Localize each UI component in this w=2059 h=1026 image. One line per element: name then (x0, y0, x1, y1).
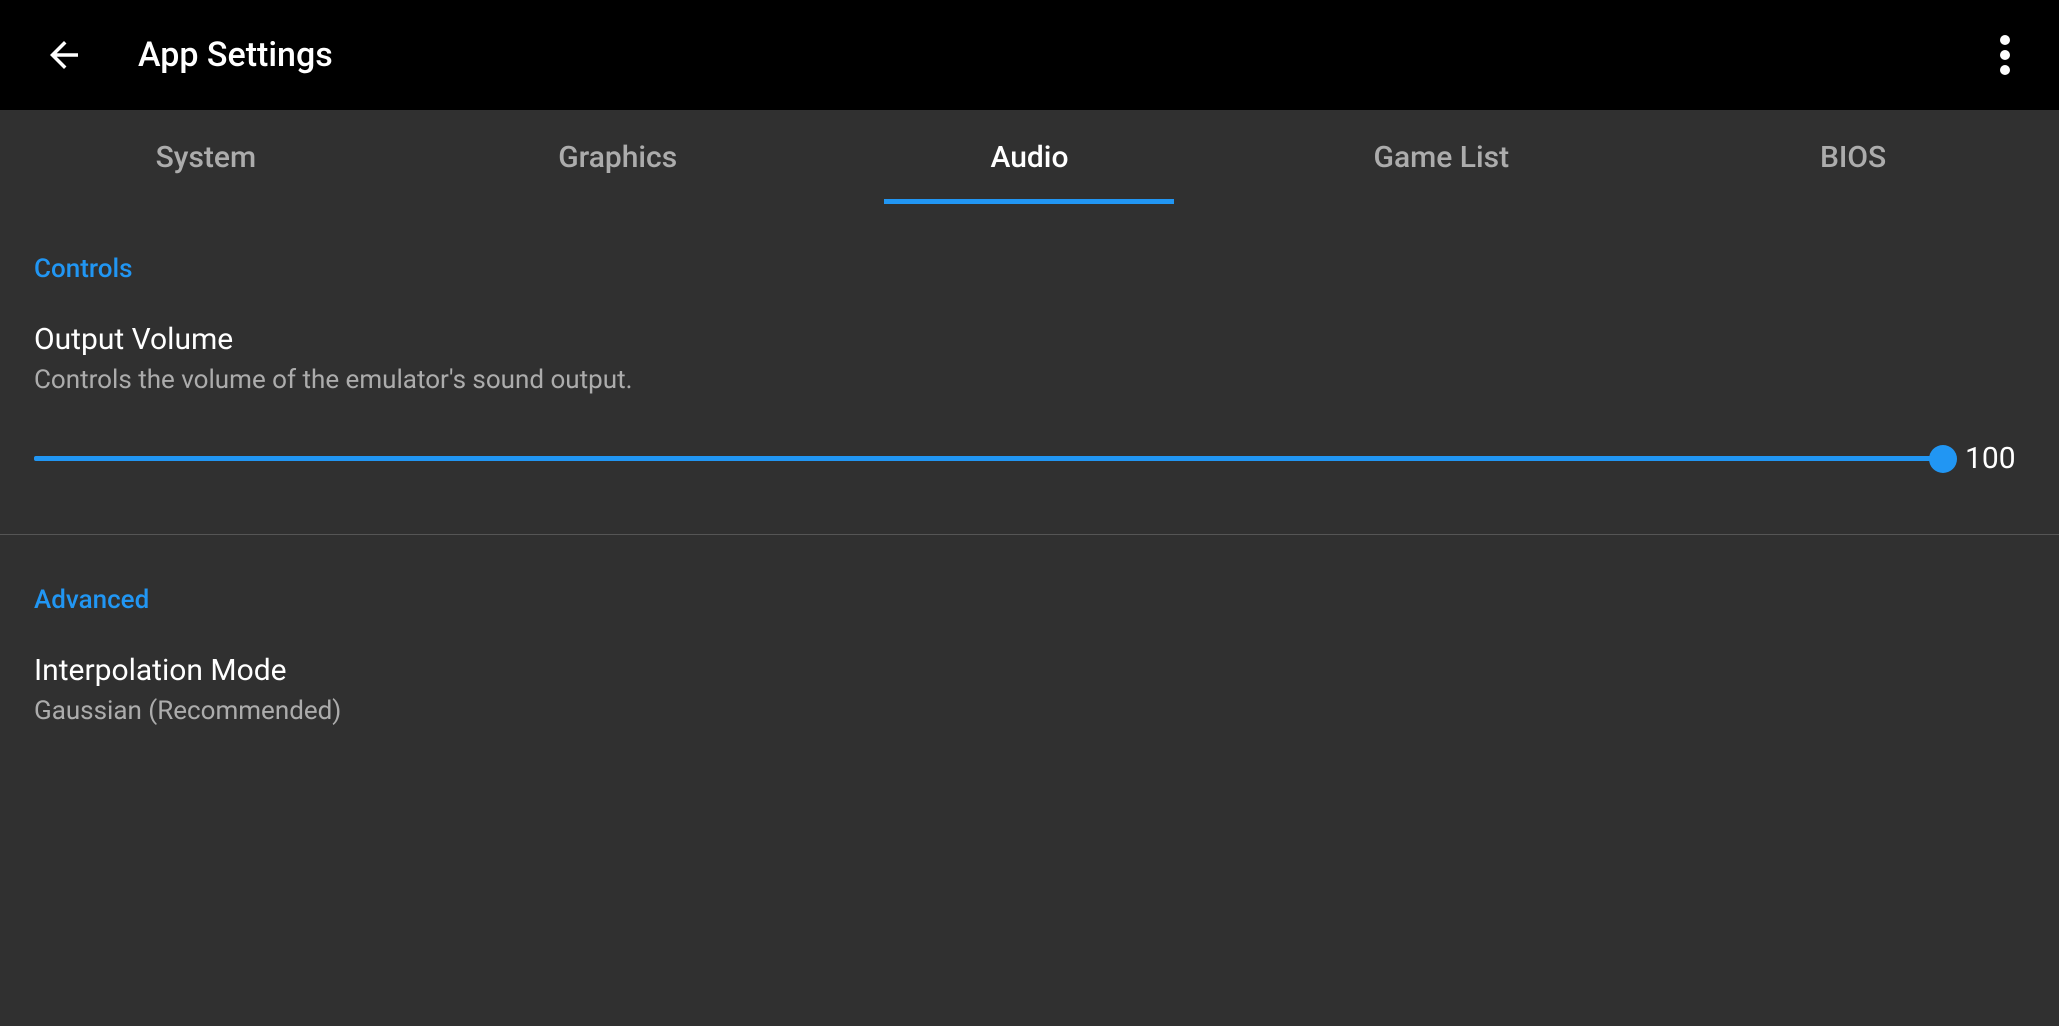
tab-audio[interactable]: Audio (824, 110, 1236, 204)
interpolation-mode-item[interactable]: Interpolation Mode Gaussian (Recommended… (34, 653, 2025, 726)
output-volume-value: 100 (1965, 441, 2025, 476)
section-header-controls: Controls (34, 254, 2025, 284)
output-volume-slider-row: 100 (34, 441, 2025, 476)
tab-label: Graphics (558, 140, 677, 175)
tab-label: Audio (990, 140, 1068, 175)
section-advanced: Advanced Interpolation Mode Gaussian (Re… (0, 535, 2059, 754)
app-bar: App Settings (0, 0, 2059, 110)
tab-bar: System Graphics Audio Game List BIOS (0, 110, 2059, 204)
more-vert-icon (2000, 35, 2010, 75)
section-controls: Controls Output Volume Controls the volu… (0, 204, 2059, 504)
tab-game-list[interactable]: Game List (1235, 110, 1647, 204)
tab-label: Game List (1374, 140, 1510, 175)
output-volume-title: Output Volume (34, 322, 2025, 357)
interpolation-mode-value: Gaussian (Recommended) (34, 696, 2025, 726)
tab-graphics[interactable]: Graphics (412, 110, 824, 204)
content-area: System Graphics Audio Game List BIOS Con… (0, 110, 2059, 1026)
output-volume-slider[interactable] (34, 456, 1943, 461)
output-volume-subtitle: Controls the volume of the emulator's so… (34, 365, 2025, 395)
page-title: App Settings (138, 35, 333, 75)
tab-label: System (156, 140, 257, 175)
arrow-left-icon (43, 34, 85, 76)
tab-system[interactable]: System (0, 110, 412, 204)
tab-label: BIOS (1820, 140, 1886, 175)
section-header-advanced: Advanced (34, 585, 2025, 615)
slider-thumb[interactable] (1929, 445, 1957, 473)
interpolation-mode-title: Interpolation Mode (34, 653, 2025, 688)
back-button[interactable] (40, 31, 88, 79)
overflow-menu-button[interactable] (1981, 31, 2029, 79)
tab-bios[interactable]: BIOS (1647, 110, 2059, 204)
